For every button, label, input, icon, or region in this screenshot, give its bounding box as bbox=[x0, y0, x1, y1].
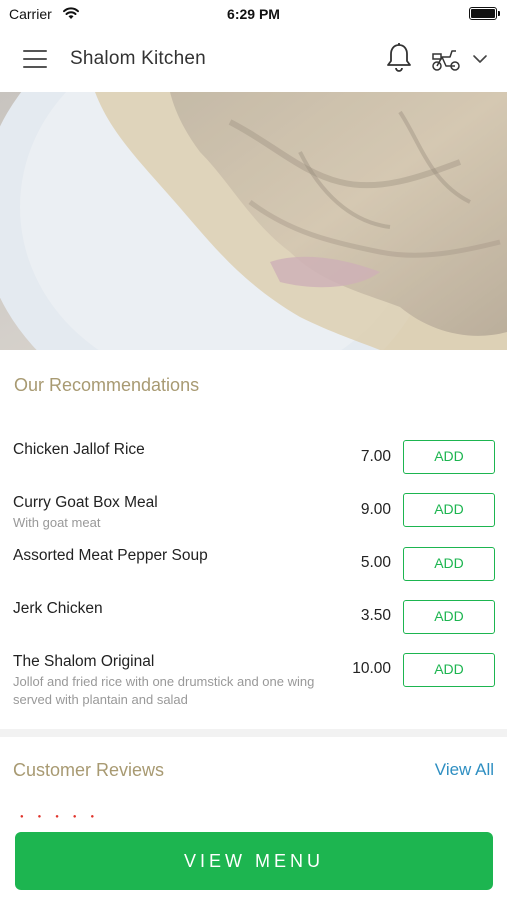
chevron-down-icon[interactable] bbox=[472, 53, 488, 65]
item-description: With goat meat bbox=[13, 515, 101, 530]
menu-icon[interactable] bbox=[23, 50, 47, 68]
rating-stars-icon: ●●●●● bbox=[20, 814, 109, 820]
scooter-icon[interactable] bbox=[430, 46, 462, 72]
item-price: 3.50 bbox=[360, 607, 391, 624]
item-name: Chicken Jallof Rice bbox=[13, 441, 145, 458]
add-button[interactable]: ADD bbox=[403, 440, 495, 474]
add-button[interactable]: ADD bbox=[403, 653, 495, 687]
item-description: Jollof and fried rice with one drumstick… bbox=[13, 674, 315, 707]
bell-icon[interactable] bbox=[385, 42, 413, 74]
add-button[interactable]: ADD bbox=[403, 600, 495, 634]
view-menu-button[interactable]: VIEW MENU bbox=[15, 832, 493, 890]
view-all-link[interactable]: View All bbox=[435, 760, 494, 780]
item-name: Assorted Meat Pepper Soup bbox=[13, 547, 208, 564]
item-name: The Shalom Original bbox=[13, 653, 155, 670]
item-price: 5.00 bbox=[360, 554, 391, 571]
section-divider bbox=[0, 729, 507, 737]
hero-food-image bbox=[0, 92, 507, 350]
app-header: Shalom Kitchen bbox=[0, 28, 507, 92]
add-button[interactable]: ADD bbox=[403, 547, 495, 581]
item-price: 10.00 bbox=[352, 660, 391, 677]
battery-icon bbox=[469, 7, 500, 20]
recommendations-title: Our Recommendations bbox=[14, 375, 200, 395]
status-bar: Carrier 6:29 PM bbox=[0, 0, 507, 28]
reviews-title: Customer Reviews bbox=[13, 760, 165, 780]
item-price: 9.00 bbox=[360, 501, 391, 518]
status-time: 6:29 PM bbox=[227, 6, 280, 22]
item-name: Jerk Chicken bbox=[13, 600, 103, 617]
add-button[interactable]: ADD bbox=[403, 493, 495, 527]
page-title: Shalom Kitchen bbox=[70, 48, 206, 69]
item-price: 7.00 bbox=[360, 448, 391, 465]
item-name: Curry Goat Box Meal bbox=[13, 494, 158, 511]
